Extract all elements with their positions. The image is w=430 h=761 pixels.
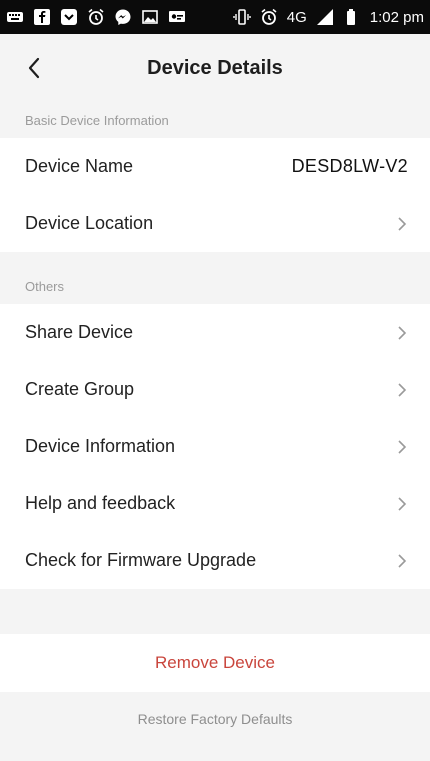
chevron-right-icon bbox=[396, 438, 408, 456]
row-label: Help and feedback bbox=[25, 493, 176, 513]
chevron-right-icon bbox=[396, 381, 408, 399]
vpn-icon bbox=[168, 8, 186, 26]
gallery-icon bbox=[141, 8, 159, 26]
device-location-row[interactable]: Device Location bbox=[0, 195, 430, 252]
create-group-row[interactable]: Create Group bbox=[0, 361, 430, 418]
clock: 1:02 pm bbox=[369, 8, 424, 26]
chevron-right-icon bbox=[396, 215, 408, 233]
row-label: Check for Firmware Upgrade bbox=[25, 550, 257, 570]
device-information-row[interactable]: Device Information bbox=[0, 418, 430, 475]
nav-bar: Device Details bbox=[0, 34, 430, 102]
signal-icon bbox=[316, 8, 334, 26]
device-name-row[interactable]: Device Name DESD8LW-V2 bbox=[0, 138, 430, 195]
battery-icon bbox=[343, 8, 361, 26]
vibrate-icon bbox=[233, 8, 251, 26]
messenger-icon bbox=[114, 8, 132, 26]
firmware-upgrade-row[interactable]: Check for Firmware Upgrade bbox=[0, 532, 430, 589]
alarm-icon bbox=[260, 8, 278, 26]
share-device-row[interactable]: Share Device bbox=[0, 304, 430, 361]
status-bar: 4G 1:02 pm bbox=[0, 0, 430, 34]
facebook-icon bbox=[33, 8, 51, 26]
notification-icons bbox=[6, 8, 186, 26]
row-label: Create Group bbox=[25, 379, 135, 399]
section-basic: Device Name DESD8LW-V2 Device Location bbox=[0, 138, 430, 252]
help-feedback-row[interactable]: Help and feedback bbox=[0, 475, 430, 532]
alarm-icon bbox=[87, 8, 105, 26]
restore-factory-defaults-label: Restore Factory Defaults bbox=[137, 711, 293, 727]
section-header-basic: Basic Device Information bbox=[0, 102, 430, 138]
bottom-spacer bbox=[0, 746, 430, 761]
download-icon bbox=[60, 8, 78, 26]
chevron-right-icon bbox=[396, 552, 408, 570]
system-icons: 4G 1:02 pm bbox=[233, 8, 424, 26]
row-label: Device Name bbox=[25, 156, 134, 176]
restore-factory-defaults-button[interactable]: Restore Factory Defaults bbox=[0, 692, 430, 746]
remove-device-button[interactable]: Remove Device bbox=[0, 634, 430, 692]
back-button[interactable] bbox=[18, 52, 50, 84]
row-label: Device Location bbox=[25, 213, 154, 233]
remove-device-label: Remove Device bbox=[155, 653, 275, 672]
section-others: Share Device Create Group Device Informa… bbox=[0, 304, 430, 589]
page-title: Device Details bbox=[147, 56, 283, 79]
section-header-others: Others bbox=[0, 252, 430, 304]
keyboard-icon bbox=[6, 8, 24, 26]
chevron-left-icon bbox=[27, 57, 41, 79]
row-label: Device Information bbox=[25, 436, 176, 456]
chevron-right-icon bbox=[396, 324, 408, 342]
network-type: 4G bbox=[286, 8, 307, 26]
device-name-value: DESD8LW-V2 bbox=[291, 156, 408, 176]
chevron-right-icon bbox=[396, 495, 408, 513]
row-label: Share Device bbox=[25, 322, 134, 342]
